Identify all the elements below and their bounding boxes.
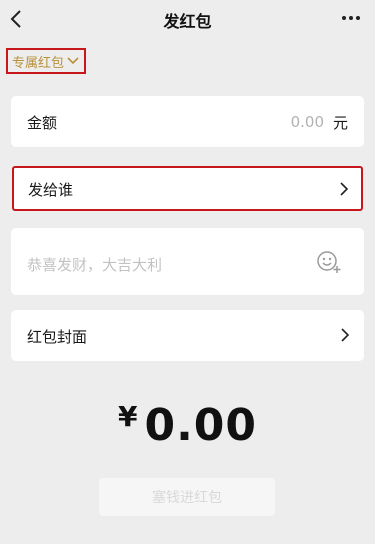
page-title: 发红包: [163, 12, 212, 31]
packet-type-label: 专属红包: [12, 55, 65, 71]
emoji-add-icon: [317, 251, 341, 273]
chevron-right-icon: [341, 328, 350, 342]
total-amount: ¥0.00: [0, 400, 375, 451]
more-button[interactable]: [339, 8, 363, 28]
recipient-label: 发给谁: [28, 181, 74, 199]
total-value: 0.00: [144, 400, 258, 451]
emoji-button[interactable]: [316, 250, 342, 278]
amount-row[interactable]: 金额 0.00 元: [11, 96, 364, 147]
recipient-row[interactable]: 发给谁: [12, 166, 363, 211]
currency-symbol: ¥: [117, 400, 139, 433]
greeting-placeholder: 恭喜发财，大吉大利: [27, 256, 163, 274]
amount-label: 金额: [27, 114, 58, 132]
amount-unit: 元: [332, 114, 348, 132]
packet-type-selector[interactable]: 专属红包: [6, 48, 86, 74]
chevron-right-icon: [340, 182, 349, 196]
cover-label: 红包封面: [27, 328, 88, 346]
amount-input[interactable]: 0.00: [291, 113, 324, 131]
nav-bar: 发红包: [0, 0, 375, 40]
more-dots-icon: [342, 16, 360, 20]
chevron-down-icon: [67, 57, 79, 65]
greeting-input[interactable]: 恭喜发财，大吉大利: [11, 228, 364, 295]
cover-row[interactable]: 红包封面: [11, 310, 364, 361]
submit-label: 塞钱进红包: [152, 490, 222, 506]
submit-button[interactable]: 塞钱进红包: [99, 478, 275, 516]
